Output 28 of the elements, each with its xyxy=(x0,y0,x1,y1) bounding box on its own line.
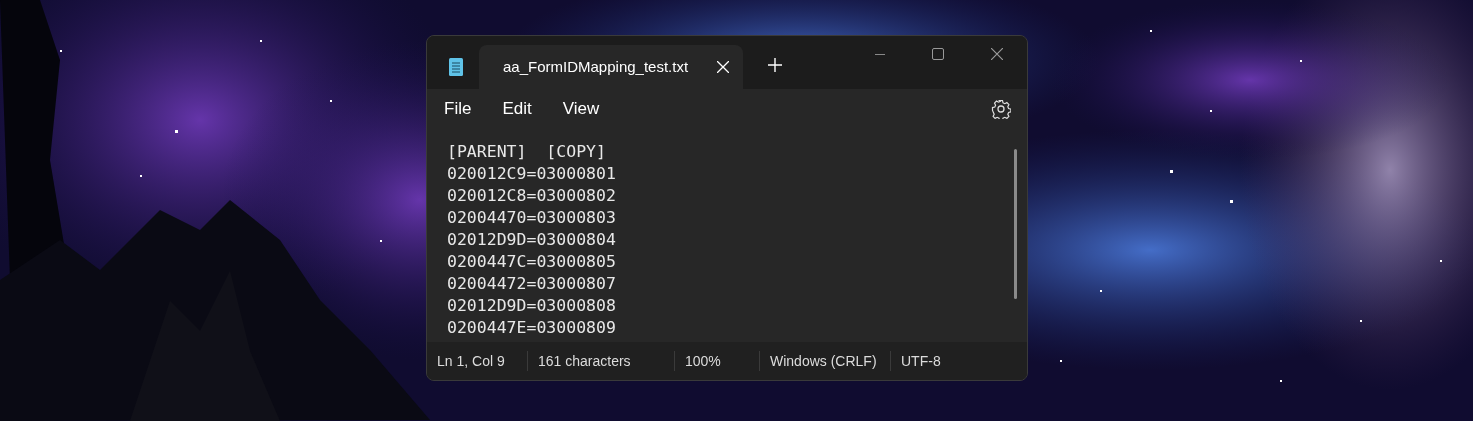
text-line: 020012C9=03000801 xyxy=(447,163,616,185)
text-line: 0200447E=03000809 xyxy=(447,317,616,339)
text-editor[interactable]: [PARENT] [COPY] 020012C9=03000801 020012C8=03000802 02004470=03000803 02012D9D=03000804 0200447C=03000805 02004472=03000807 02012D9D=03000808 0200447E=03000809 xyxy=(427,129,1027,342)
notepad-icon xyxy=(449,58,463,76)
status-text: Windows (CRLF) xyxy=(770,351,877,371)
text-line: 0200447C=03000805 xyxy=(447,251,616,273)
tab-title: aa_FormIDMapping_test.txt xyxy=(503,56,690,77)
menu-item[interactable]: File xyxy=(433,93,483,125)
maximize-icon xyxy=(932,48,944,60)
settings-icon xyxy=(991,99,1011,119)
status-text: UTF-8 xyxy=(901,351,941,371)
plus-icon xyxy=(768,58,782,72)
menu-item[interactable]: View xyxy=(551,93,611,125)
text-line: 02012D9D=03000804 xyxy=(447,229,616,251)
minimize-icon xyxy=(875,53,885,55)
status-text: 161 characters xyxy=(538,351,631,371)
scrollbar[interactable] xyxy=(1014,149,1017,299)
text-line: 02004470=03000803 xyxy=(447,207,616,229)
text-line: 020012C8=03000802 xyxy=(447,185,616,207)
text-line: 02012D9D=03000808 xyxy=(447,295,616,317)
close-icon xyxy=(991,48,1003,60)
close-icon[interactable] xyxy=(717,61,729,73)
status-text: 100% xyxy=(685,351,721,371)
menu-item[interactable]: Edit xyxy=(491,93,543,125)
tab[interactable]: aa_FormIDMapping_test.txt xyxy=(479,45,743,89)
text-line: 02004472=03000807 xyxy=(447,273,616,295)
text-line: [PARENT] [COPY] xyxy=(447,141,606,163)
status-text: Ln 1, Col 9 xyxy=(437,351,505,371)
